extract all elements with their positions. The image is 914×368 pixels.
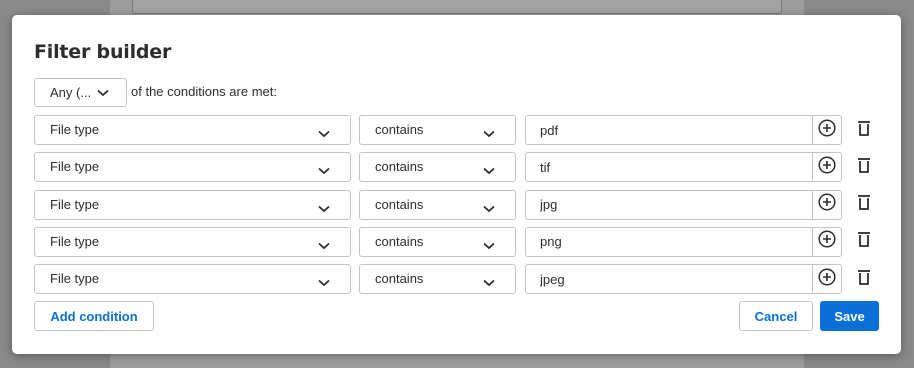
- chevron-down-icon: [318, 274, 330, 292]
- add-condition-row-button[interactable]: [812, 152, 842, 183]
- dialog-title: Filter builder: [34, 41, 172, 63]
- operator-select[interactable]: contains: [359, 264, 516, 295]
- trash-icon: [857, 156, 871, 179]
- field-select-value: File type: [50, 233, 100, 249]
- value-input[interactable]: [525, 264, 812, 295]
- chevron-down-icon: [483, 200, 495, 218]
- operator-select[interactable]: contains: [359, 115, 516, 145]
- add-condition-row-button[interactable]: [812, 264, 842, 295]
- operator-select-value: contains: [375, 233, 424, 249]
- condition-row: File type contains: [34, 115, 874, 145]
- chevron-down-icon: [318, 237, 330, 255]
- operator-select-value: contains: [375, 159, 424, 175]
- operator-select[interactable]: contains: [359, 152, 516, 183]
- value-input[interactable]: [525, 189, 812, 220]
- value-input[interactable]: [525, 226, 812, 257]
- field-select-value: File type: [50, 196, 100, 212]
- field-select[interactable]: File type: [34, 115, 351, 145]
- plus-circle-icon: [818, 156, 836, 179]
- add-condition-row-button[interactable]: [812, 115, 842, 145]
- chevron-down-icon: [318, 125, 330, 143]
- chevron-down-icon: [483, 274, 495, 292]
- field-select[interactable]: File type: [34, 152, 351, 183]
- trash-icon: [857, 119, 871, 142]
- chevron-down-icon: [483, 125, 495, 143]
- trash-icon: [857, 268, 871, 291]
- plus-circle-icon: [818, 118, 836, 142]
- chevron-down-icon: [483, 237, 495, 255]
- add-condition-row-button[interactable]: [812, 189, 842, 220]
- field-select[interactable]: File type: [34, 189, 351, 220]
- operator-select-value: contains: [375, 122, 424, 137]
- chevron-down-icon: [97, 85, 109, 100]
- field-select-value: File type: [50, 122, 100, 137]
- plus-circle-icon: [818, 193, 836, 216]
- match-mode-select[interactable]: Any (...: [34, 78, 127, 107]
- delete-condition-button[interactable]: [852, 267, 876, 291]
- chevron-down-icon: [318, 162, 330, 180]
- background-input: — — — — — — — —: [132, 0, 782, 14]
- operator-select-value: contains: [375, 196, 424, 212]
- condition-row: File type contains: [34, 189, 876, 220]
- condition-list: File type contains File type contains: [34, 115, 874, 301]
- operator-select-value: contains: [375, 271, 424, 287]
- field-select[interactable]: File type: [34, 264, 351, 295]
- field-select[interactable]: File type: [34, 226, 351, 257]
- plus-circle-icon: [818, 230, 836, 253]
- condition-row: File type contains: [34, 226, 876, 257]
- condition-row: File type contains: [34, 264, 876, 295]
- filter-builder-dialog: Filter builder Any (... of the condition…: [12, 15, 901, 354]
- match-mode-text: of the conditions are met:: [131, 84, 277, 99]
- trash-icon: [857, 230, 871, 253]
- cancel-button[interactable]: Cancel: [739, 301, 813, 331]
- background-input-text: — — — — — — — —: [167, 0, 296, 4]
- value-input[interactable]: [525, 152, 812, 183]
- delete-condition-button[interactable]: [852, 230, 876, 254]
- trash-icon: [857, 193, 871, 216]
- delete-condition-button[interactable]: [852, 155, 876, 179]
- chevron-down-icon: [483, 162, 495, 180]
- operator-select[interactable]: contains: [359, 189, 516, 220]
- value-input[interactable]: [525, 115, 812, 145]
- add-condition-button[interactable]: Add condition: [34, 301, 154, 331]
- delete-condition-button[interactable]: [852, 118, 876, 142]
- chevron-down-icon: [318, 200, 330, 218]
- delete-condition-button[interactable]: [852, 193, 876, 217]
- condition-row: File type contains: [34, 152, 876, 183]
- field-select-value: File type: [50, 271, 100, 287]
- match-mode-value: Any (...: [50, 85, 92, 100]
- operator-select[interactable]: contains: [359, 226, 516, 257]
- plus-circle-icon: [818, 268, 836, 291]
- save-button[interactable]: Save: [820, 301, 879, 331]
- field-select-value: File type: [50, 159, 100, 175]
- add-condition-row-button[interactable]: [812, 226, 842, 257]
